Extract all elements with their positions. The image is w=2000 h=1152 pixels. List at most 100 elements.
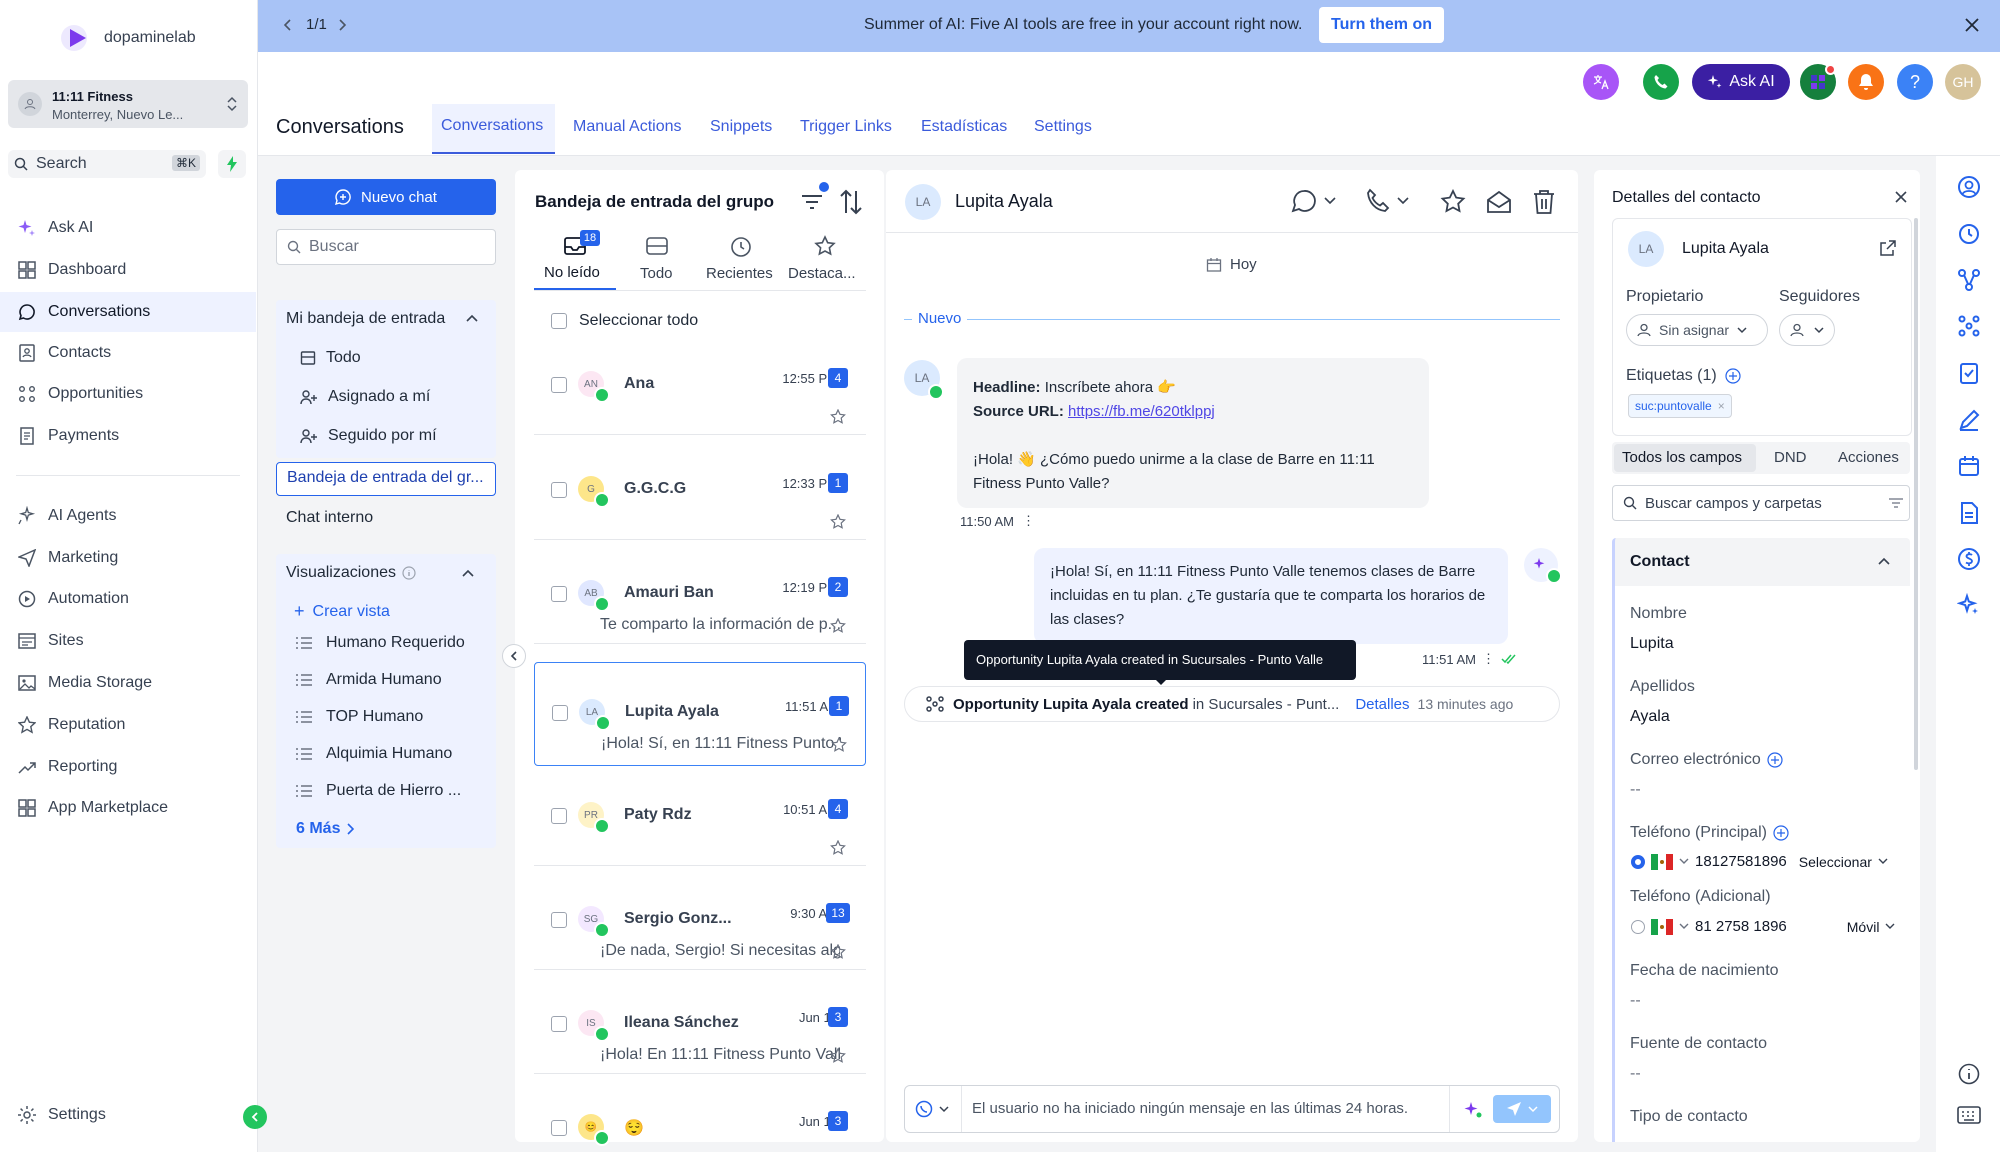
view-item[interactable]: Armida Humano <box>296 671 442 689</box>
conversation-row[interactable]: AB Amauri Ban 12:19 PM 2 Te comparto la info… <box>534 544 866 644</box>
mexico-flag-icon[interactable] <box>1651 853 1673 870</box>
conversation-row[interactable]: SG Sergio Gonz... 9:30 AM 13 ¡De nada, Sergi… <box>534 870 866 970</box>
star-icon[interactable] <box>1440 189 1466 215</box>
activity-details-link[interactable]: Detalles <box>1355 696 1409 713</box>
internal-chat-item[interactable]: Chat interno <box>286 509 373 527</box>
conversation-channel-dropdown[interactable] <box>1290 188 1336 214</box>
opportunities-icon[interactable] <box>1956 313 1982 339</box>
keyboard-icon[interactable] <box>1956 1102 1982 1128</box>
translate-button[interactable] <box>1583 64 1619 100</box>
ai-sparkle-icon[interactable] <box>1463 1100 1483 1120</box>
external-link-icon[interactable] <box>1880 240 1896 256</box>
owner-select[interactable]: Sin asignar <box>1626 314 1768 346</box>
payments-icon[interactable] <box>1956 546 1982 572</box>
row-checkbox[interactable] <box>551 586 567 602</box>
my-inbox-title[interactable]: Mi bandeja de entrada <box>286 310 445 328</box>
view-item[interactable]: Puerta de Hierro ... <box>296 782 461 800</box>
row-checkbox[interactable] <box>551 912 567 928</box>
tab-conversations[interactable]: Conversations <box>441 117 543 135</box>
nav-marketing[interactable]: Marketing <box>14 539 256 577</box>
nav-app-marketplace[interactable]: App Marketplace <box>14 789 256 827</box>
trash-icon[interactable] <box>1532 189 1556 215</box>
tab-snippets[interactable]: Snippets <box>710 118 772 136</box>
tab-manual-actions[interactable]: Manual Actions <box>573 118 682 136</box>
user-avatar[interactable]: GH <box>1945 64 1981 100</box>
more-views-link[interactable]: 6 Más <box>296 820 355 838</box>
nav-dashboard[interactable]: Dashboard <box>14 251 256 289</box>
ask-ai-button[interactable]: Ask AI <box>1692 64 1790 100</box>
remove-tag-icon[interactable]: × <box>1718 399 1725 413</box>
nav-media-storage[interactable]: Media Storage <box>14 664 256 702</box>
nav-reporting[interactable]: Reporting <box>14 748 256 786</box>
star-icon[interactable] <box>830 514 846 530</box>
chevron-left-icon[interactable] <box>282 18 294 32</box>
star-icon[interactable] <box>830 1048 846 1064</box>
panel-scrollbar[interactable] <box>1914 218 1918 770</box>
conversation-row[interactable]: 😊 😌 Jun 14 3 <box>534 1078 866 1152</box>
composer-input[interactable]: El usuario no ha iniciado ningún mensaje… <box>972 1100 1408 1117</box>
star-icon[interactable] <box>830 618 846 634</box>
nav-contacts[interactable]: Contacts <box>14 334 256 372</box>
phone-main-value[interactable]: 18127581896 <box>1695 853 1787 870</box>
filter-icon[interactable] <box>1889 498 1903 508</box>
conversation-row[interactable]: IS Ileana Sánchez Jun 14 3 ¡Hola! En 11:11 F… <box>534 974 866 1074</box>
nav-settings[interactable]: Settings <box>14 1096 256 1134</box>
collapse-list-button[interactable] <box>502 644 526 668</box>
ai-sparkle-icon[interactable] <box>1956 592 1982 618</box>
close-icon[interactable] <box>1895 191 1907 203</box>
brand-logo[interactable]: dopaminelab <box>60 22 196 54</box>
conversation-row[interactable]: LA Lupita Ayala 11:51 AM 1 ¡Hola! Sí, en 11:… <box>534 662 866 766</box>
tab-starred[interactable]: Destaca... <box>786 232 872 290</box>
notifications-button[interactable] <box>1848 64 1884 100</box>
add-circle-icon[interactable] <box>1725 368 1741 384</box>
contact-details-icon[interactable] <box>1956 174 1982 200</box>
nav-sites[interactable]: Sites <box>14 622 256 660</box>
tab-trigger-links[interactable]: Trigger Links <box>800 118 892 136</box>
close-icon[interactable] <box>1964 17 1980 33</box>
mexico-flag-icon[interactable] <box>1651 918 1673 935</box>
last-name-value[interactable]: Ayala <box>1630 708 1670 726</box>
location-switcher[interactable]: 11:11 Fitness Monterrey, Nuevo Le... <box>8 80 248 128</box>
mail-open-icon[interactable] <box>1486 189 1512 215</box>
nav-automation[interactable]: Automation <box>14 580 256 618</box>
inbox-item-followed[interactable]: Seguido por mí <box>300 427 437 445</box>
chevron-up-icon[interactable] <box>1878 557 1890 565</box>
history-icon[interactable] <box>1956 221 1982 247</box>
collapse-sidebar-button[interactable] <box>243 1105 267 1129</box>
tag-chip[interactable]: suc:puntovalle × <box>1628 394 1732 418</box>
star-icon[interactable] <box>830 409 846 425</box>
nav-ai-agents[interactable]: AI Agents <box>14 497 256 535</box>
nav-opportunities[interactable]: Opportunities <box>14 375 256 413</box>
nav-ask-ai[interactable]: Ask AI <box>14 209 256 247</box>
quick-action-button[interactable] <box>218 150 246 178</box>
chevron-up-icon[interactable] <box>466 314 478 324</box>
field-search-input[interactable]: Buscar campos y carpetas <box>1612 485 1910 521</box>
sort-icon[interactable] <box>839 189 863 215</box>
tab-recent[interactable]: Recientes <box>700 232 782 290</box>
nav-conversations[interactable]: Conversations <box>0 292 256 332</box>
calendar-icon[interactable] <box>1956 453 1982 479</box>
group-inbox-item[interactable]: Bandeja de entrada del gr... <box>276 462 496 496</box>
inbox-item-all[interactable]: Todo <box>300 349 361 367</box>
call-dropdown[interactable] <box>1365 188 1409 214</box>
tab-all[interactable]: Todo <box>626 232 690 290</box>
add-circle-icon[interactable] <box>1767 752 1783 768</box>
followers-select[interactable] <box>1779 314 1835 346</box>
chevron-up-icon[interactable] <box>462 569 474 579</box>
tasks-icon[interactable] <box>1956 360 1982 386</box>
phone-main-type[interactable]: Seleccionar <box>1799 854 1872 870</box>
row-checkbox[interactable] <box>551 808 567 824</box>
primary-radio[interactable] <box>1631 919 1645 934</box>
apps-status-button[interactable] <box>1800 64 1836 100</box>
select-all[interactable]: Seleccionar todo <box>551 312 698 330</box>
row-checkbox[interactable] <box>551 1120 567 1136</box>
view-item[interactable]: TOP Humano <box>296 708 423 726</box>
notes-icon[interactable] <box>1956 407 1982 433</box>
email-value[interactable]: -- <box>1630 781 1641 799</box>
row-checkbox[interactable] <box>551 1016 567 1032</box>
conversation-row[interactable]: PR Paty Rdz 10:51 AM 4 <box>534 766 866 866</box>
tab-unread[interactable]: 18 No leído <box>534 230 616 290</box>
inbox-item-assigned[interactable]: Asignado a mí <box>300 388 430 406</box>
phone-alt-value[interactable]: 81 2758 1896 <box>1695 918 1787 935</box>
chevron-right-icon[interactable] <box>336 18 348 32</box>
